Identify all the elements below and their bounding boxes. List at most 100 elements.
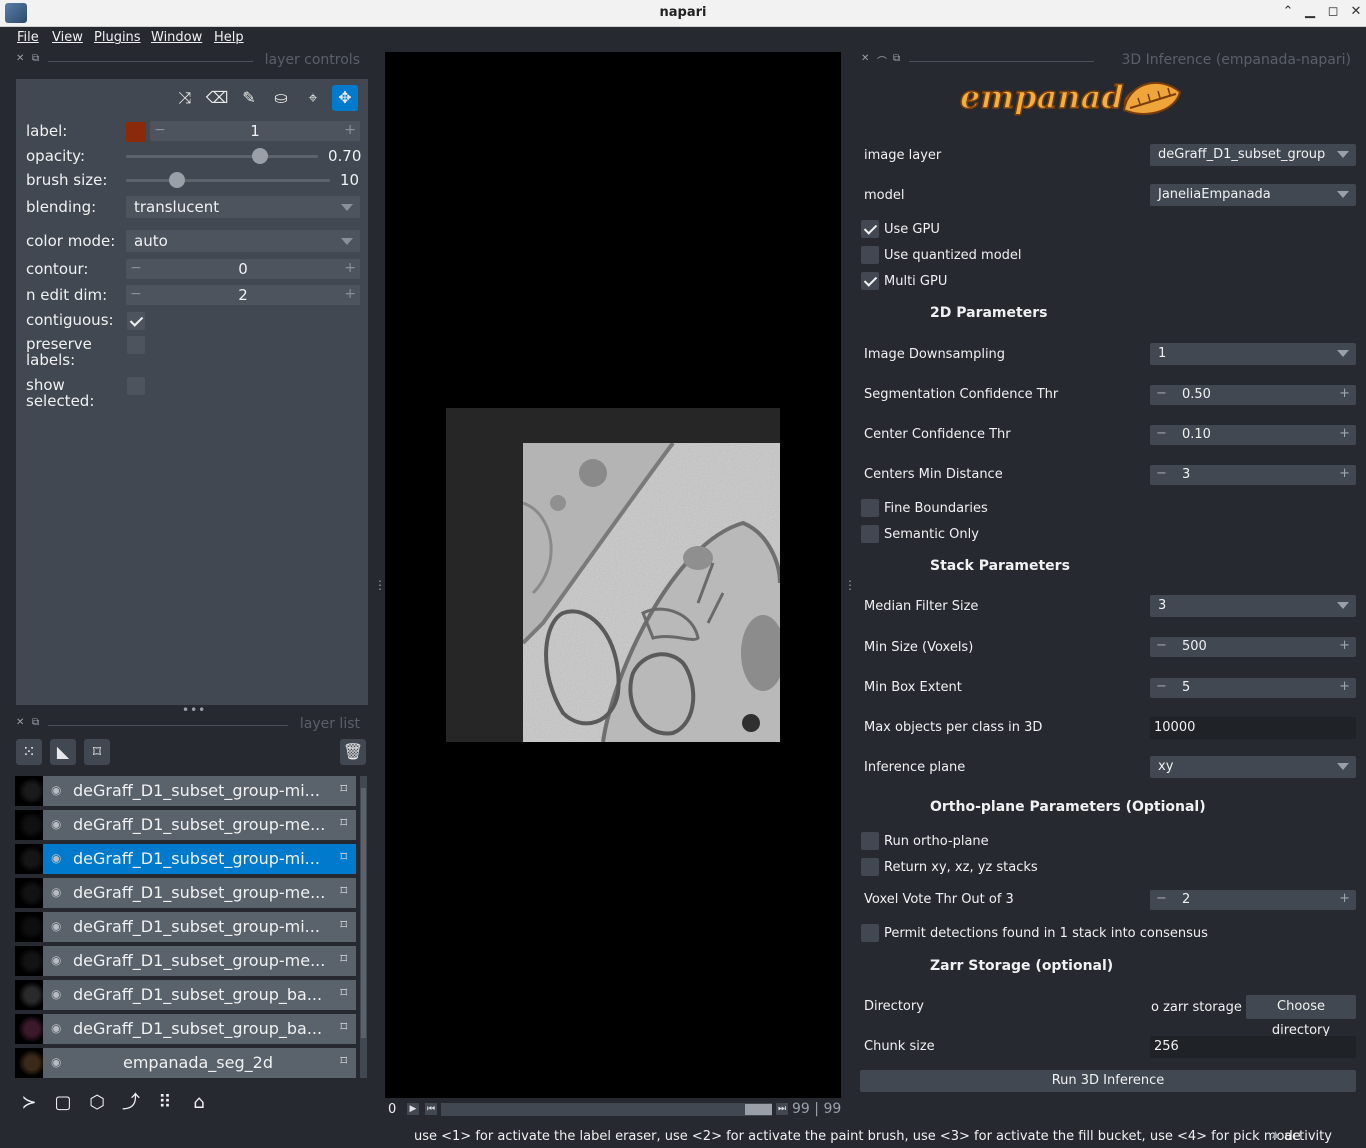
step-forward-icon[interactable]: ⏭ <box>776 1103 788 1115</box>
chevron-up-icon[interactable]: ⌃ <box>1280 4 1296 19</box>
n-edit-dim-spinbox[interactable]: − 2 + <box>126 285 360 305</box>
increment-icon[interactable]: + <box>344 122 356 138</box>
return-stacks-checkbox[interactable] <box>861 858 879 876</box>
float-dock-icon[interactable]: ⧉ <box>32 717 39 728</box>
layer-row[interactable]: ◉ deGraff_D1_subset_group-me... ⌑ <box>15 810 356 840</box>
layer-row[interactable]: ◉ deGraff_D1_subset_group_ba... ⌑ <box>15 980 356 1010</box>
float-dock-icon[interactable]: ⧉ <box>893 53 900 64</box>
splitter-handle[interactable]: ••• <box>182 703 206 717</box>
dims-slider[interactable] <box>441 1103 772 1116</box>
permit-detections-checkbox[interactable] <box>861 924 879 942</box>
model-dropdown[interactable]: JaneliaEmpanada <box>1150 184 1356 206</box>
visibility-eye-icon[interactable]: ◉ <box>51 1021 61 1035</box>
run-3d-inference-button[interactable]: Run 3D Inference <box>860 1070 1356 1092</box>
voxel-vote-spinbox[interactable]: − 2 + <box>1150 890 1356 910</box>
dims-slider-handle[interactable] <box>745 1104 772 1115</box>
activity-button[interactable]: activity <box>1284 1129 1332 1144</box>
chunk-size-input[interactable]: 256 <box>1150 1036 1356 1058</box>
contiguous-checkbox[interactable] <box>127 312 145 330</box>
decrement-icon[interactable]: − <box>1156 638 1167 653</box>
semantic-only-checkbox[interactable] <box>861 525 879 543</box>
decrement-icon[interactable]: − <box>1156 426 1167 441</box>
choose-directory-button[interactable]: Choose directory <box>1246 995 1356 1038</box>
visibility-eye-icon[interactable]: ◉ <box>51 783 61 797</box>
paint-brush-tool-button[interactable]: ✎ <box>236 85 262 111</box>
contour-spinbox[interactable]: − 0 + <box>126 259 360 279</box>
eraser-tool-button[interactable]: ⌫ <box>204 85 230 111</box>
float-dock-icon[interactable]: ⧉ <box>32 53 39 64</box>
viewer-canvas[interactable] <box>385 52 841 1098</box>
layer-row[interactable]: ◉ deGraff_D1_subset_group-me... ⌑ <box>15 946 356 976</box>
layer-row[interactable]: ◉ deGraff_D1_subset_group-mi... ⌑ <box>15 776 356 806</box>
visibility-eye-icon[interactable]: ◉ <box>51 987 61 1001</box>
preserve-labels-checkbox[interactable] <box>127 336 145 354</box>
center-conf-spinbox[interactable]: − 0.10 + <box>1150 425 1356 445</box>
layer-row[interactable]: ◉ deGraff_D1_subset_group-mi... ⌑ <box>15 844 356 874</box>
new-labels-layer-button[interactable]: ⌑ <box>84 739 110 765</box>
close-dock-icon[interactable]: ✕ <box>861 53 869 64</box>
centers-min-spinbox[interactable]: − 3 + <box>1150 465 1356 485</box>
layer-row[interactable]: ◉ deGraff_D1_subset_group-mi... ⌑ <box>15 912 356 942</box>
close-dock-icon[interactable]: ✕ <box>16 53 24 64</box>
scrollbar-thumb[interactable] <box>361 788 366 1038</box>
increment-icon[interactable]: + <box>344 260 356 276</box>
label-spinbox[interactable]: − 1 + <box>150 121 360 141</box>
increment-icon[interactable]: + <box>1339 638 1350 653</box>
increment-icon[interactable]: + <box>1339 386 1350 401</box>
label-color-swatch[interactable] <box>126 122 146 142</box>
use-quantized-checkbox[interactable] <box>861 246 879 264</box>
fine-boundaries-checkbox[interactable] <box>861 499 879 517</box>
visibility-eye-icon[interactable]: ◉ <box>51 919 61 933</box>
blending-dropdown[interactable]: translucent <box>126 196 360 218</box>
run-ortho-checkbox[interactable] <box>861 832 879 850</box>
console-button[interactable]: ≻ <box>16 1090 42 1116</box>
color-mode-dropdown[interactable]: auto <box>126 230 360 252</box>
visibility-eye-icon[interactable]: ◉ <box>51 817 61 831</box>
min-box-spinbox[interactable]: − 5 + <box>1150 678 1356 698</box>
hide-dock-icon[interactable]: ⌒ <box>877 53 887 68</box>
max-objects-input[interactable]: 10000 <box>1150 717 1356 739</box>
layer-row[interactable]: ◉ deGraff_D1_subset_group_ba... ⌑ <box>15 1014 356 1044</box>
close-window-button[interactable]: ✕ <box>1348 4 1364 19</box>
increment-icon[interactable]: + <box>1339 891 1350 906</box>
inference-plane-dropdown[interactable]: xy <box>1150 756 1356 778</box>
increment-icon[interactable]: + <box>1339 466 1350 481</box>
brush-size-slider-handle[interactable] <box>169 172 185 188</box>
minimize-button[interactable]: ▁ <box>1302 4 1318 19</box>
play-icon[interactable]: ▶ <box>407 1103 419 1115</box>
image-layer-dropdown[interactable]: deGraff_D1_subset_group <box>1150 144 1356 166</box>
delete-layer-button[interactable]: 🗑 <box>340 739 366 765</box>
downsampling-dropdown[interactable]: 1 <box>1150 343 1356 365</box>
picker-tool-button[interactable]: ⌖ <box>300 85 326 111</box>
new-points-layer-button[interactable]: ⁙ <box>16 739 42 765</box>
menu-view[interactable]: View <box>52 30 83 45</box>
visibility-eye-icon[interactable]: ◉ <box>51 953 61 967</box>
close-dock-icon[interactable]: ✕ <box>16 717 24 728</box>
multi-gpu-checkbox[interactable] <box>861 272 879 290</box>
visibility-eye-icon[interactable]: ◉ <box>51 1055 61 1069</box>
menu-help[interactable]: Help <box>214 30 244 45</box>
home-icon[interactable]: ⌂ <box>186 1090 212 1116</box>
visibility-eye-icon[interactable]: ◉ <box>51 851 61 865</box>
maximize-button[interactable]: ◻ <box>1325 4 1341 19</box>
transpose-axes-button[interactable]: ⤴ <box>118 1090 144 1116</box>
decrement-icon[interactable]: − <box>1156 466 1167 481</box>
pan-zoom-tool-button[interactable]: ✥ <box>332 85 358 111</box>
use-gpu-checkbox[interactable] <box>861 220 879 238</box>
fill-bucket-tool-button[interactable]: ⛀ <box>268 85 294 111</box>
step-back-icon[interactable]: ⏮ <box>425 1103 437 1115</box>
increment-icon[interactable]: + <box>1339 679 1350 694</box>
decrement-icon[interactable]: − <box>1156 386 1167 401</box>
grid-view-button[interactable]: ⠿ <box>152 1090 178 1116</box>
layer-list-scrollbar[interactable] <box>360 776 367 1078</box>
increment-icon[interactable]: + <box>344 286 356 302</box>
opacity-slider[interactable] <box>126 155 318 158</box>
increment-icon[interactable]: + <box>1339 426 1350 441</box>
toggle-ndisplay-button[interactable]: ▢ <box>50 1090 76 1116</box>
menu-file[interactable]: File <box>17 30 39 45</box>
shuffle-colors-button[interactable]: ⤨ <box>172 85 198 111</box>
menu-plugins[interactable]: Plugins <box>94 30 141 45</box>
visibility-eye-icon[interactable]: ◉ <box>51 885 61 899</box>
layer-row[interactable]: ◉ empanada_seg_2d ⌑ <box>15 1048 356 1078</box>
decrement-icon[interactable]: − <box>1156 891 1167 906</box>
